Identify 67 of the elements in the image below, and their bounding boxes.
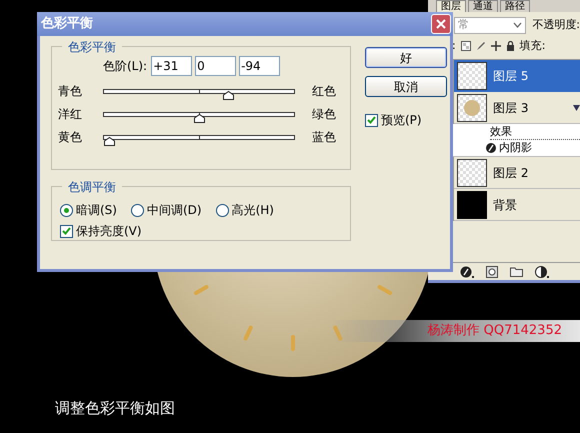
caption-text: 调整色彩平衡如图 [55, 398, 175, 419]
checkbox[interactable] [365, 114, 378, 126]
slider-thumb[interactable] [104, 136, 116, 146]
move-icon [490, 41, 501, 51]
effect-name[interactable]: 内阴影 [499, 140, 532, 156]
mask-icon [486, 266, 498, 278]
folder-icon [510, 266, 523, 277]
slider-right-label: 蓝色 [312, 129, 336, 146]
lock-label: : [452, 38, 456, 54]
layer-item[interactable]: 背景 [454, 188, 580, 220]
layer-name: 图层 2 [493, 164, 528, 182]
slider-right-label: 绿色 [312, 106, 336, 123]
panel-tab[interactable]: 图层 [436, 0, 466, 12]
slider-left-label: 青色 [58, 83, 83, 100]
level-input-field[interactable]: 0 [195, 56, 236, 76]
dialog-button[interactable]: 取消 [365, 76, 447, 97]
chevron-down-icon [513, 22, 522, 28]
dialog-button[interactable]: 好 [365, 47, 447, 68]
slider-right-label: 红色 [312, 83, 336, 100]
checkbox[interactable] [60, 224, 73, 238]
checkmark-icon [62, 227, 71, 235]
blend-mode-dropdown[interactable]: 常 [454, 16, 526, 34]
radio-button[interactable] [60, 204, 73, 216]
panel-tab[interactable]: 路径 [500, 0, 530, 12]
radio-option[interactable]: 暗调(S) [60, 201, 117, 219]
lock-transparency-icon [460, 41, 471, 51]
panel-tab[interactable]: 通道 [468, 0, 498, 12]
window-title: 色彩平衡 [41, 15, 93, 34]
layer-item[interactable]: 图层 2 [454, 156, 580, 188]
layer-thumbnail [457, 94, 487, 122]
layer-item[interactable]: 图层 3 [454, 92, 580, 124]
brush-icon [476, 41, 486, 51]
radio-button[interactable] [216, 204, 229, 216]
slider-left-label: 黄色 [58, 129, 83, 146]
checkbox-option[interactable]: 预览(P) [365, 111, 447, 129]
level-input-field[interactable]: +31 [151, 56, 192, 76]
close-button[interactable] [431, 14, 451, 34]
checkmark-icon [367, 116, 376, 124]
slider-left-label: 洋红 [58, 106, 83, 123]
effect-icon [486, 143, 496, 153]
layer-thumbnail [457, 190, 487, 218]
slider-thumb[interactable] [194, 114, 204, 122]
layer-thumbnail [457, 158, 487, 186]
fill-label: 填充: [520, 38, 546, 54]
layer-name: 背景 [493, 196, 517, 214]
blend-mode-value: 常 [458, 16, 469, 33]
layer-item[interactable]: 图层 5 [454, 60, 580, 92]
levels-label: 色阶(L): [103, 58, 148, 75]
layer-name: 图层 3 [493, 100, 528, 116]
group-heading: 色彩平衡 [62, 38, 122, 56]
effects-label: 效果 [490, 124, 580, 140]
radio-option[interactable]: 高光(H) [216, 201, 274, 219]
checkbox-option[interactable]: 保持亮度(V) [60, 222, 342, 240]
opacity-label: 不透明度: [532, 16, 580, 33]
radio-option[interactable]: 中间调(D) [130, 201, 202, 219]
slider-thumb[interactable] [222, 90, 234, 100]
radio-button[interactable] [130, 204, 144, 216]
group-heading: 色调平衡 [62, 178, 122, 196]
expand-triangle-icon [573, 104, 580, 110]
lock-icon [506, 41, 515, 51]
layer-name: 图层 5 [493, 68, 528, 84]
layer-thumbnail [457, 62, 487, 90]
adjustment-layer-icon [535, 266, 549, 278]
credit-text: 杨涛制作 QQ7142352 [428, 322, 562, 340]
level-input-field[interactable]: -94 [239, 56, 280, 76]
layer-style-icon [460, 266, 474, 278]
close-icon [436, 19, 446, 29]
